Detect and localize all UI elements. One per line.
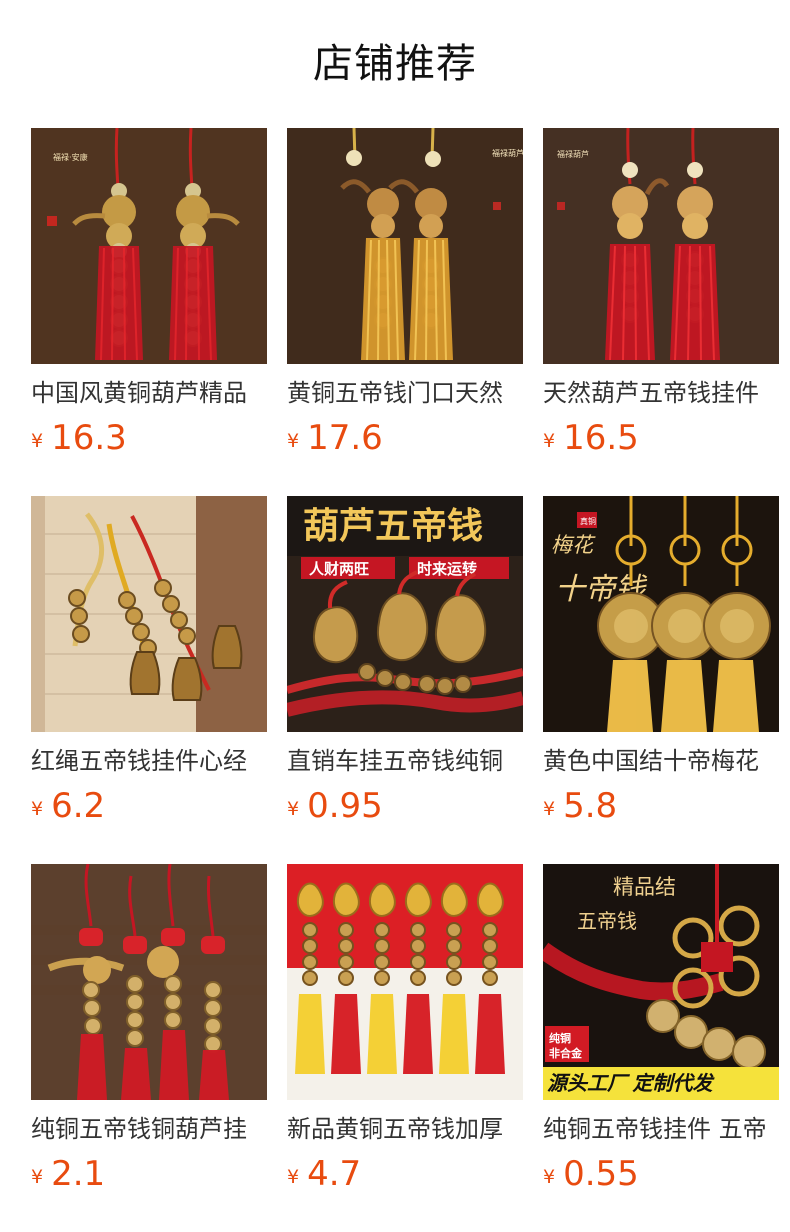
product-title[interactable]: 纯铜五帝钱铜葫芦挂 — [31, 1112, 267, 1146]
red-yellow-tassel-rows-icon — [287, 864, 523, 1100]
image-text-13: 非合金 — [549, 1046, 583, 1060]
image-text-7: 真铜 — [580, 516, 596, 526]
currency-symbol: ¥ — [543, 1166, 556, 1188]
product-price: ¥2.1 — [31, 1154, 267, 1194]
product-title[interactable]: 新品黄铜五帝钱加厚 — [287, 1112, 523, 1146]
store-recommendation-page: 店铺推荐 福禄·安康 中国风黄铜葫芦精品 ¥ 16.3 福禄葫芦 黄铜五帝钱门口… — [0, 0, 790, 1232]
image-text-14: 源头工厂 定制代发 — [547, 1072, 716, 1095]
image-text-4: 葫芦五帝钱 — [303, 506, 483, 546]
coin-bell-hanging-icon — [31, 496, 267, 732]
price-amount: 6.2 — [51, 786, 106, 826]
product-image[interactable] — [31, 496, 267, 732]
product-title[interactable]: 纯铜五帝钱挂件 五帝 — [543, 1112, 779, 1146]
price-amount: 5.8 — [563, 786, 618, 826]
currency-symbol: ¥ — [287, 1166, 300, 1188]
plum-coin-yellow-knot-icon: 真铜 梅花 十帝钱 — [543, 496, 779, 732]
product-title[interactable]: 天然葫芦五帝钱挂件 — [543, 376, 779, 410]
price-amount: 0.95 — [307, 786, 383, 826]
product-price: ¥6.2 — [31, 786, 267, 826]
product-card[interactable]: 纯铜五帝钱铜葫芦挂 ¥2.1 — [31, 864, 267, 1232]
product-card[interactable]: 葫芦五帝钱 人财两旺 时来运转 直销车挂五帝钱纯铜 ¥ 0.95 — [287, 496, 523, 864]
currency-symbol: ¥ — [31, 1166, 44, 1188]
image-text-10: 精品结 — [613, 875, 676, 899]
product-price: ¥0.55 — [543, 1154, 779, 1194]
product-image[interactable] — [287, 864, 523, 1100]
currency-symbol: ¥ — [287, 430, 300, 452]
image-text-3: 福禄葫芦 — [557, 149, 589, 159]
product-image[interactable]: 精品结 五帝钱 纯铜 非合金 源头工厂 定制代发 — [543, 864, 779, 1100]
product-price: ¥17.6 — [287, 418, 523, 458]
red-knot-coin-string-icon — [31, 864, 267, 1100]
image-text-11: 五帝钱 — [577, 910, 637, 933]
product-title[interactable]: 黄铜五帝钱门口天然 — [287, 376, 523, 410]
chinese-knot-coin-banner-icon: 精品结 五帝钱 纯铜 非合金 源头工厂 定制代发 — [543, 864, 779, 1100]
product-price: ¥16.5 — [543, 418, 779, 458]
product-title[interactable]: 直销车挂五帝钱纯铜 — [287, 744, 523, 778]
product-price: ¥4.7 — [287, 1154, 523, 1194]
product-card[interactable]: 福禄·安康 中国风黄铜葫芦精品 ¥ 16.3 — [31, 128, 267, 496]
page-title: 店铺推荐 — [313, 41, 477, 87]
image-text-1: 福禄·安康 — [53, 152, 88, 162]
product-title[interactable]: 红绳五帝钱挂件心经 — [31, 744, 267, 778]
product-card[interactable]: 红绳五帝钱挂件心经 ¥6.2 — [31, 496, 267, 864]
gourd-coin-car-pendant-icon: 葫芦五帝钱 人财两旺 时来运转 — [287, 496, 523, 732]
brass-gourd-red-tassel-icon: 福禄·安康 — [31, 128, 267, 364]
natural-gourd-red-tassel-icon: 福禄葫芦 — [543, 128, 779, 364]
product-price: ¥16.3 — [31, 418, 267, 458]
product-title[interactable]: 中国风黄铜葫芦精品 — [31, 376, 267, 410]
price-amount: 16.5 — [563, 418, 639, 458]
product-card[interactable]: 福禄葫芦 — [543, 128, 779, 496]
currency-symbol: ¥ — [31, 430, 44, 452]
product-image[interactable]: 福禄·安康 — [31, 128, 267, 364]
product-image[interactable] — [31, 864, 267, 1100]
product-image[interactable]: 福禄葫芦 — [543, 128, 779, 364]
image-text-12: 纯铜 — [549, 1031, 571, 1045]
currency-symbol: ¥ — [543, 430, 556, 452]
price-amount: 4.7 — [307, 1154, 362, 1194]
product-grid: 福禄·安康 中国风黄铜葫芦精品 ¥ 16.3 福禄葫芦 黄铜五帝钱门口天然 ¥ … — [31, 128, 779, 1232]
image-text-6: 时来运转 — [417, 560, 477, 578]
product-card[interactable]: 新品黄铜五帝钱加厚 ¥4.7 — [287, 864, 523, 1232]
currency-symbol: ¥ — [287, 798, 300, 820]
image-text-8: 梅花 — [551, 533, 596, 557]
image-text-2: 福禄葫芦 — [492, 148, 523, 158]
price-amount: 2.1 — [51, 1154, 106, 1194]
price-amount: 0.55 — [563, 1154, 639, 1194]
image-text-5: 人财两旺 — [309, 560, 369, 578]
price-amount: 16.3 — [51, 418, 127, 458]
product-price: ¥0.95 — [287, 786, 523, 826]
price-amount: 17.6 — [307, 418, 383, 458]
product-image[interactable]: 真铜 梅花 十帝钱 — [543, 496, 779, 732]
product-price: ¥5.8 — [543, 786, 779, 826]
product-title[interactable]: 黄色中国结十帝梅花 — [543, 744, 779, 778]
product-image[interactable]: 葫芦五帝钱 人财两旺 时来运转 — [287, 496, 523, 732]
product-image[interactable]: 福禄葫芦 — [287, 128, 523, 364]
currency-symbol: ¥ — [543, 798, 556, 820]
natural-gourd-yellow-tassel-icon: 福禄葫芦 — [287, 128, 523, 364]
currency-symbol: ¥ — [31, 798, 44, 820]
product-card[interactable]: 福禄葫芦 — [287, 128, 523, 496]
product-card[interactable]: 真铜 梅花 十帝钱 黄色中国结十帝梅花 ¥ 5.8 — [543, 496, 779, 864]
product-card[interactable]: 精品结 五帝钱 纯铜 非合金 源头工厂 定制代发 纯铜五帝钱挂件 五帝 ¥ 0.… — [543, 864, 779, 1232]
